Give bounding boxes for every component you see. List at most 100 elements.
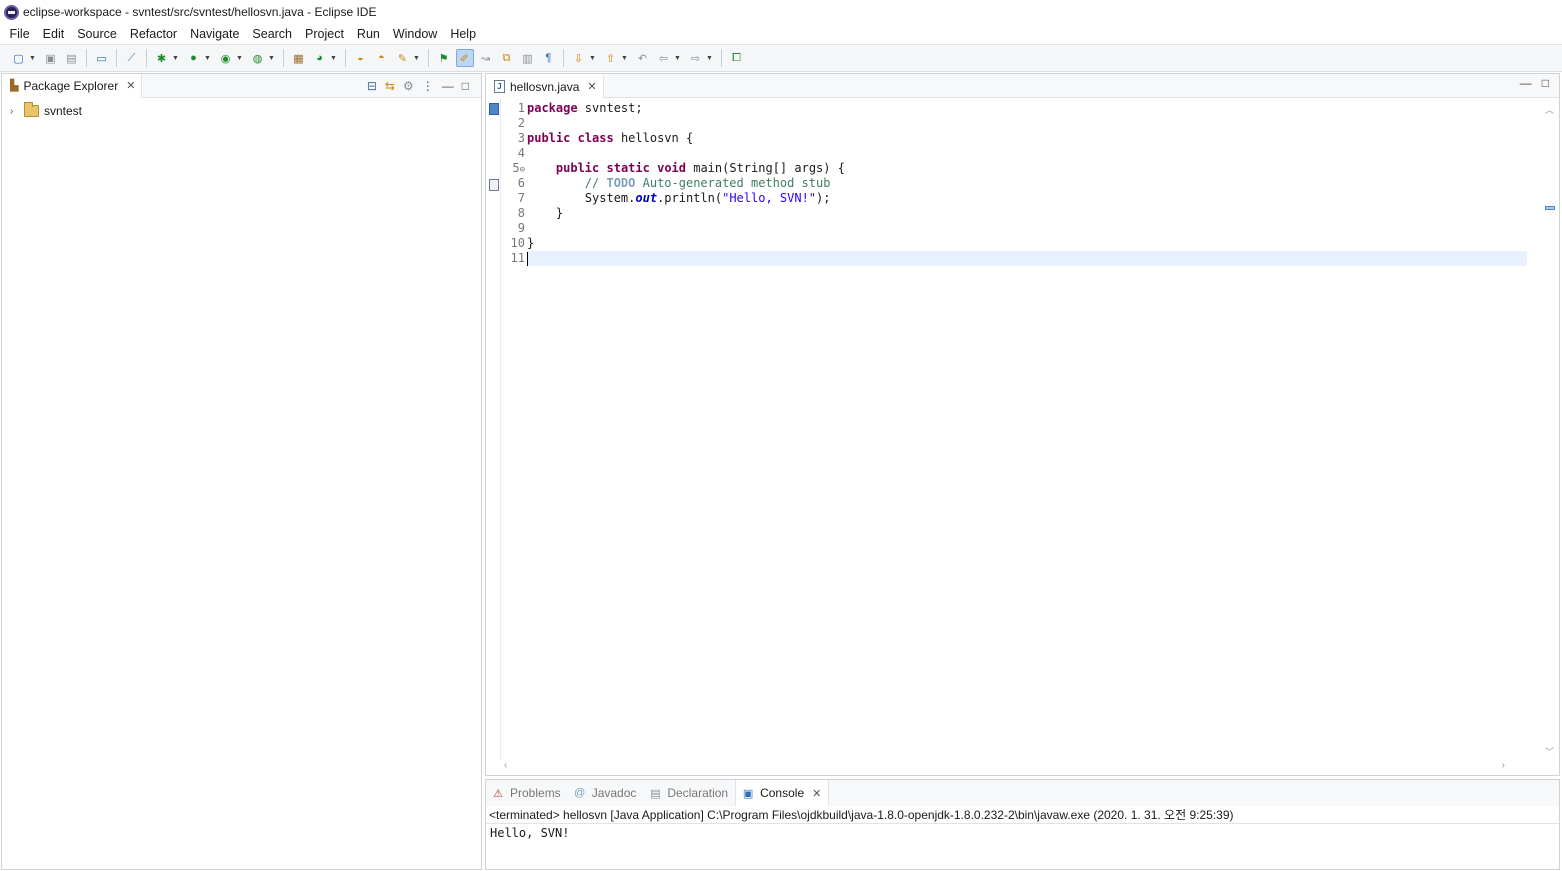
show-whitespace-icon[interactable]: ¶ xyxy=(540,49,558,67)
last-edit-location-icon[interactable]: ↶ xyxy=(634,49,652,67)
toggle-ant-editor-icon[interactable]: ⚑ xyxy=(435,49,453,67)
maximize-icon[interactable]: □ xyxy=(462,79,469,93)
terminal-icon[interactable]: ▭ xyxy=(93,49,111,67)
toolbar-separator xyxy=(283,49,284,67)
window-title: eclipse-workspace - svntest/src/svntest/… xyxy=(23,5,377,19)
save-icon[interactable]: ▣ xyxy=(42,49,60,67)
view-menu-icon[interactable]: ⋮ xyxy=(422,79,434,93)
toggle-breadcrumb-icon[interactable]: ↝ xyxy=(477,49,495,67)
minimize-icon[interactable]: — xyxy=(442,79,454,93)
forward-dropdown-icon[interactable]: ▼ xyxy=(706,55,714,62)
open-perspective-icon[interactable]: ⧠ xyxy=(728,49,746,67)
new-dropdown-icon[interactable]: ▼ xyxy=(29,55,37,62)
code-line: public class hellosvn { xyxy=(527,131,694,145)
line-number: 8 xyxy=(517,206,525,220)
run-dropdown-icon[interactable]: ▼ xyxy=(204,55,212,62)
close-icon[interactable]: ✕ xyxy=(812,787,821,800)
coverage-icon[interactable]: ◉ xyxy=(217,49,235,67)
tab-package-explorer[interactable]: ▙ Package Explorer ✕ xyxy=(2,73,143,98)
tab-hellosvn-java[interactable]: J hellosvn.java ✕ xyxy=(486,73,604,98)
menu-bar: File Edit Source Refactor Navigate Searc… xyxy=(0,24,1562,44)
tab-problems-label: Problems xyxy=(510,786,561,800)
menu-source[interactable]: Source xyxy=(71,27,124,41)
toolbar-separator xyxy=(86,49,87,67)
menu-search[interactable]: Search xyxy=(246,27,299,41)
external-tools-dropdown-icon[interactable]: ▼ xyxy=(268,55,276,62)
fold-icon[interactable]: ⊖ xyxy=(520,165,525,175)
code-text[interactable]: package svntest; public class hellosvn {… xyxy=(527,101,1527,266)
show-source-of-selected-icon[interactable]: ▥ xyxy=(519,49,537,67)
filters-icon[interactable]: ⚙ xyxy=(403,79,414,93)
search-icon[interactable]: ✎ xyxy=(394,49,412,67)
code-area[interactable]: 1 2 3 4 5⊖ 6 7 8 9 10 11 package svntest… xyxy=(500,99,1527,762)
menu-navigate[interactable]: Navigate xyxy=(184,27,246,41)
new-icon[interactable]: ▢ xyxy=(10,49,28,67)
tab-declaration[interactable]: ▤ Declaration xyxy=(643,780,735,806)
tab-javadoc[interactable]: @ Javadoc xyxy=(568,780,644,806)
collapse-all-icon[interactable]: ⊟ xyxy=(367,79,377,93)
title-bar: eclipse-workspace - svntest/src/svntest/… xyxy=(0,0,1562,24)
editor-tab-label: hellosvn.java xyxy=(510,79,580,94)
toggle-block-selection-icon[interactable]: ⧉ xyxy=(498,49,516,67)
menu-help[interactable]: Help xyxy=(444,27,483,41)
toolbar-separator xyxy=(721,49,722,67)
coverage-dropdown-icon[interactable]: ▼ xyxy=(236,55,244,62)
chevron-right-icon[interactable]: › xyxy=(10,106,20,117)
problems-icon: ⚠ xyxy=(493,787,503,800)
tab-problems[interactable]: ⚠ Problems xyxy=(486,780,568,806)
vertical-scrollbar[interactable]: ︿ ﹀ xyxy=(1541,99,1559,762)
next-annotation-icon[interactable]: ⇩ xyxy=(570,49,588,67)
scroll-up-icon[interactable]: ︿ xyxy=(1545,103,1554,116)
forward-icon[interactable]: ⇨ xyxy=(687,49,705,67)
line-number: 5⊖ xyxy=(512,161,525,175)
console-output[interactable]: Hello, SVN! xyxy=(486,824,1559,842)
annotation-ruler[interactable] xyxy=(486,99,500,762)
line-numbers: 1 2 3 4 5⊖ 6 7 8 9 10 11 xyxy=(501,101,525,266)
next-annotation-dropdown-icon[interactable]: ▼ xyxy=(589,55,597,62)
save-all-icon[interactable]: ▤ xyxy=(63,49,81,67)
toggle-mark-occurrences-icon[interactable]: ✐ xyxy=(455,49,474,67)
external-tools-icon[interactable]: ◍ xyxy=(249,49,267,67)
scroll-right-icon[interactable]: › xyxy=(1502,760,1505,771)
text-cursor xyxy=(527,251,528,266)
open-task-icon[interactable]: ◓ xyxy=(373,49,391,67)
skip-breakpoints-icon[interactable]: ⟋ xyxy=(123,49,141,67)
tab-console[interactable]: ▣ Console ✕ xyxy=(735,780,830,806)
debug-dropdown-icon[interactable]: ▼ xyxy=(172,55,180,62)
horizontal-scrollbar[interactable]: ‹ › xyxy=(500,760,1527,775)
back-dropdown-icon[interactable]: ▼ xyxy=(674,55,682,62)
bottom-tabbar: ⚠ Problems @ Javadoc ▤ Declaration ▣ Con… xyxy=(486,780,1559,806)
run-icon[interactable]: ● xyxy=(185,49,203,67)
bookmark-icon[interactable] xyxy=(489,103,499,115)
menu-window[interactable]: Window xyxy=(386,27,443,41)
tree-item-project[interactable]: › svntest xyxy=(2,101,481,121)
scroll-down-icon[interactable]: ﹀ xyxy=(1545,745,1554,758)
debug-icon[interactable]: ✱ xyxy=(153,49,171,67)
new-java-class-icon[interactable]: ◕ xyxy=(311,49,329,67)
minimize-icon[interactable]: — xyxy=(1520,76,1532,90)
close-icon[interactable]: ✕ xyxy=(126,79,135,92)
menu-file[interactable]: File xyxy=(3,27,36,41)
previous-annotation-dropdown-icon[interactable]: ▼ xyxy=(621,55,629,62)
java-file-icon: J xyxy=(494,80,505,93)
link-with-editor-icon[interactable]: ⇆ xyxy=(385,79,395,93)
previous-annotation-icon[interactable]: ⇧ xyxy=(602,49,620,67)
scroll-left-icon[interactable]: ‹ xyxy=(504,760,507,771)
maximize-icon[interactable]: □ xyxy=(1542,76,1549,90)
overview-marker[interactable] xyxy=(1545,206,1555,210)
menu-project[interactable]: Project xyxy=(299,27,351,41)
search-dropdown-icon[interactable]: ▼ xyxy=(413,55,421,62)
back-icon[interactable]: ⇦ xyxy=(655,49,673,67)
tab-console-label: Console xyxy=(760,786,805,800)
new-class-dropdown-icon[interactable]: ▼ xyxy=(330,55,338,62)
task-icon[interactable] xyxy=(489,179,499,191)
close-icon[interactable]: ✕ xyxy=(587,80,596,93)
open-type-icon[interactable]: ◒ xyxy=(352,49,370,67)
menu-refactor[interactable]: Refactor xyxy=(123,27,183,41)
menu-edit[interactable]: Edit xyxy=(36,27,71,41)
code-line: System.out.println("Hello, SVN!"); xyxy=(527,191,831,205)
new-java-package-icon[interactable]: ▦ xyxy=(290,49,308,67)
menu-run[interactable]: Run xyxy=(350,27,386,41)
line-number: 1 xyxy=(517,101,525,115)
